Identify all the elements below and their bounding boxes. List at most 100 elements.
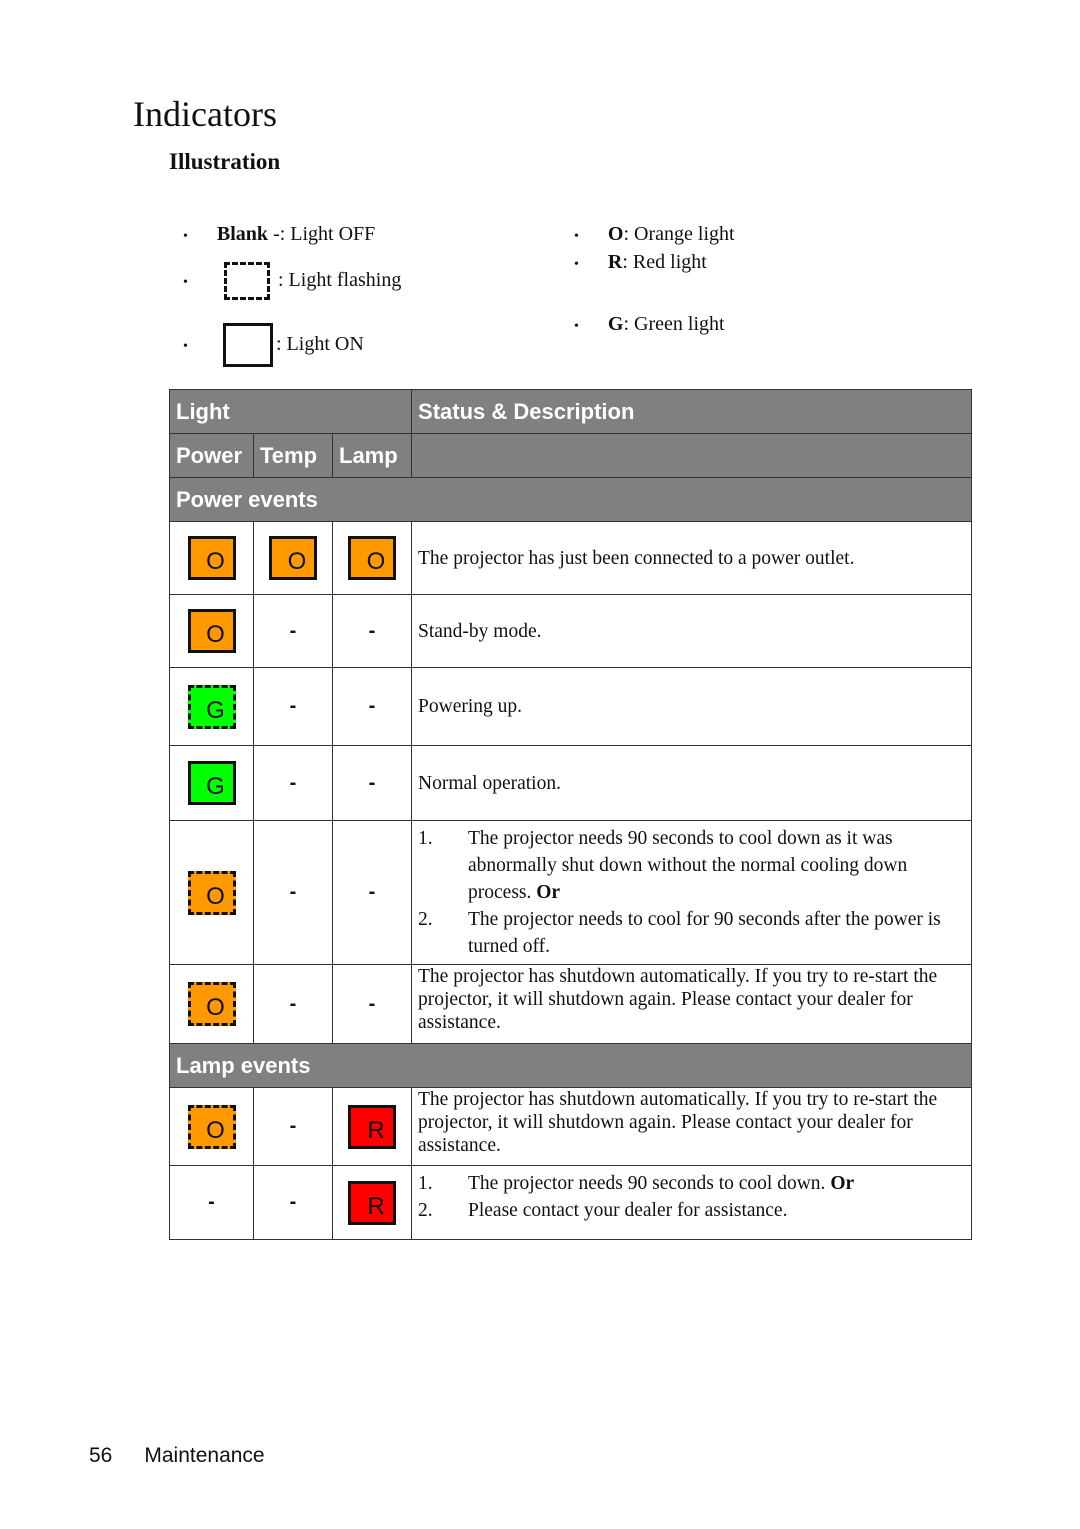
legend-key: Blank — [216, 223, 269, 245]
header-empty — [411, 433, 973, 478]
red-light-on-icon: R — [348, 1180, 396, 1225]
power-light-cell: O — [169, 594, 254, 668]
list-number: 1. — [418, 828, 433, 849]
light-off-indicator: - — [368, 619, 376, 642]
description-list-item: 2. Please contact your dealer for assista… — [418, 1197, 965, 1224]
orange-light-flashing-icon: O — [187, 982, 236, 1026]
legend-text: : Red light — [622, 251, 707, 273]
status-description: Normal operation. — [411, 745, 973, 821]
status-description: The projector has shutdown automatically… — [411, 964, 973, 1044]
list-text: Please contact your dealer for assistanc… — [468, 1200, 788, 1221]
power-light-cell: G — [169, 667, 254, 746]
orange-light-on-icon: O — [348, 536, 396, 580]
legend-item-red: • R: Red light — [574, 250, 707, 277]
description-text: The projector has shutdown automatically… — [418, 966, 938, 1033]
page-footer: 56 Maintenance — [89, 1444, 265, 1468]
light-off-indicator: - — [289, 992, 297, 1015]
table-row: G - - Powering up. — [169, 667, 973, 746]
power-light-cell: O — [169, 820, 254, 965]
power-light-cell: O — [169, 1087, 254, 1166]
status-description: Stand-by mode. — [411, 594, 973, 668]
green-light-flashing-icon: G — [187, 684, 236, 729]
temp-light-cell: - — [253, 1165, 333, 1240]
light-off-indicator: - — [368, 992, 376, 1015]
table-row: O - R The projector has shutdown automatica… — [169, 1087, 973, 1166]
legend-key: G — [607, 313, 624, 335]
table-row: O O O The projector has just been connected… — [169, 521, 973, 595]
description-list-item: 1. The projector needs 90 seconds to cool… — [418, 1170, 965, 1197]
temp-light-cell: - — [253, 964, 333, 1044]
description-list: 1. The projector needs 90 seconds to cool… — [418, 1170, 965, 1224]
legend-key: R — [607, 251, 623, 273]
light-off-indicator: - — [368, 695, 376, 717]
list-number: 2. — [418, 1200, 433, 1221]
bullet: • — [183, 229, 188, 244]
section-title: Lamp events — [168, 1043, 973, 1088]
lamp-light-cell: - — [331, 745, 413, 821]
lamp-light-cell: - — [331, 667, 413, 746]
light-off-indicator: - — [208, 1191, 215, 1213]
status-description: Powering up. — [411, 667, 973, 746]
lamp-light-cell: O — [331, 521, 413, 595]
light-off-indicator: - — [368, 771, 376, 794]
list-number: 1. — [418, 1173, 433, 1194]
bullet: • — [183, 275, 188, 290]
description-text: The projector has just been connected to… — [418, 547, 855, 569]
legend-item-on: • — [183, 332, 188, 359]
header-power: Power — [169, 433, 254, 478]
header-temp: Temp — [253, 433, 333, 478]
list-text: The projector needs 90 seconds to cool d… — [468, 828, 908, 903]
lamp-light-cell: - — [331, 820, 413, 965]
table-subheader-row: Power Temp Lamp — [169, 433, 973, 478]
status-description: The projector has shutdown automatically… — [411, 1087, 973, 1166]
light-off-indicator: - — [289, 695, 297, 717]
temp-light-cell: - — [253, 667, 333, 746]
table-row: O - - The projector has shutdown automatica… — [169, 964, 973, 1044]
header-light: Light — [168, 389, 413, 434]
description-list: 1. The projector needs 90 seconds to cool… — [418, 825, 965, 960]
orange-light-flashing-icon: O — [187, 1104, 236, 1149]
legend-key: O — [607, 223, 624, 245]
description-text: Powering up. — [418, 696, 523, 717]
description-text: Stand-by mode. — [418, 620, 542, 642]
list-text-wrap: The projector needs to cool for 90 secon… — [468, 906, 965, 960]
legend-text: : Orange light — [623, 223, 735, 245]
bullet: • — [183, 339, 188, 354]
table-row: - - R 1. The projector needs 90 seconds to c… — [169, 1165, 973, 1240]
legend-text: -: Light OFF — [268, 223, 376, 245]
legend-item-blank: • Blank -: Light OFF — [183, 222, 375, 249]
lamp-light-cell: R — [331, 1087, 413, 1166]
temp-light-cell: - — [253, 1087, 333, 1166]
green-light-on-icon: G — [187, 761, 236, 805]
light-off-indicator: - — [289, 1191, 297, 1213]
temp-light-cell: - — [253, 745, 333, 821]
page-title: Indicators — [133, 94, 277, 134]
flashing-symbol-icon — [224, 262, 270, 300]
legend-item-orange: • O: Orange light — [574, 222, 735, 249]
light-on-symbol-icon — [223, 323, 273, 367]
table-header-row: Light Status & Description — [168, 389, 973, 434]
description-list-item: 1. The projector needs 90 seconds to cool… — [418, 825, 965, 906]
footer-section: Maintenance — [144, 1444, 265, 1467]
power-light-cell: O — [169, 521, 254, 595]
table-row: O - - 1. The projector needs 90 seconds to c… — [169, 820, 973, 965]
lamp-light-cell: - — [331, 594, 413, 668]
legend-item-flashing: • — [183, 268, 188, 295]
temp-light-cell: - — [253, 594, 333, 668]
power-light-cell: G — [169, 745, 254, 821]
orange-light-flashing-icon: O — [187, 870, 236, 915]
light-off-indicator: - — [368, 881, 376, 903]
page-number: 56 — [89, 1444, 113, 1467]
section-header-row: Lamp events — [168, 1043, 973, 1088]
lamp-light-cell: - — [331, 964, 413, 1044]
list-text: The projector needs to cool for 90 secon… — [468, 909, 941, 957]
light-off-indicator: - — [289, 771, 297, 794]
red-light-on-icon: R — [348, 1104, 396, 1149]
light-off-indicator: - — [289, 619, 297, 642]
orange-light-on-icon: O — [187, 609, 236, 653]
power-light-cell: - — [169, 1165, 254, 1240]
temp-light-cell: - — [253, 820, 333, 965]
table-row: G - - Normal operation. — [169, 745, 973, 821]
list-text: The projector needs 90 seconds to cool d… — [468, 1173, 826, 1194]
section-title: Illustration — [169, 149, 281, 174]
